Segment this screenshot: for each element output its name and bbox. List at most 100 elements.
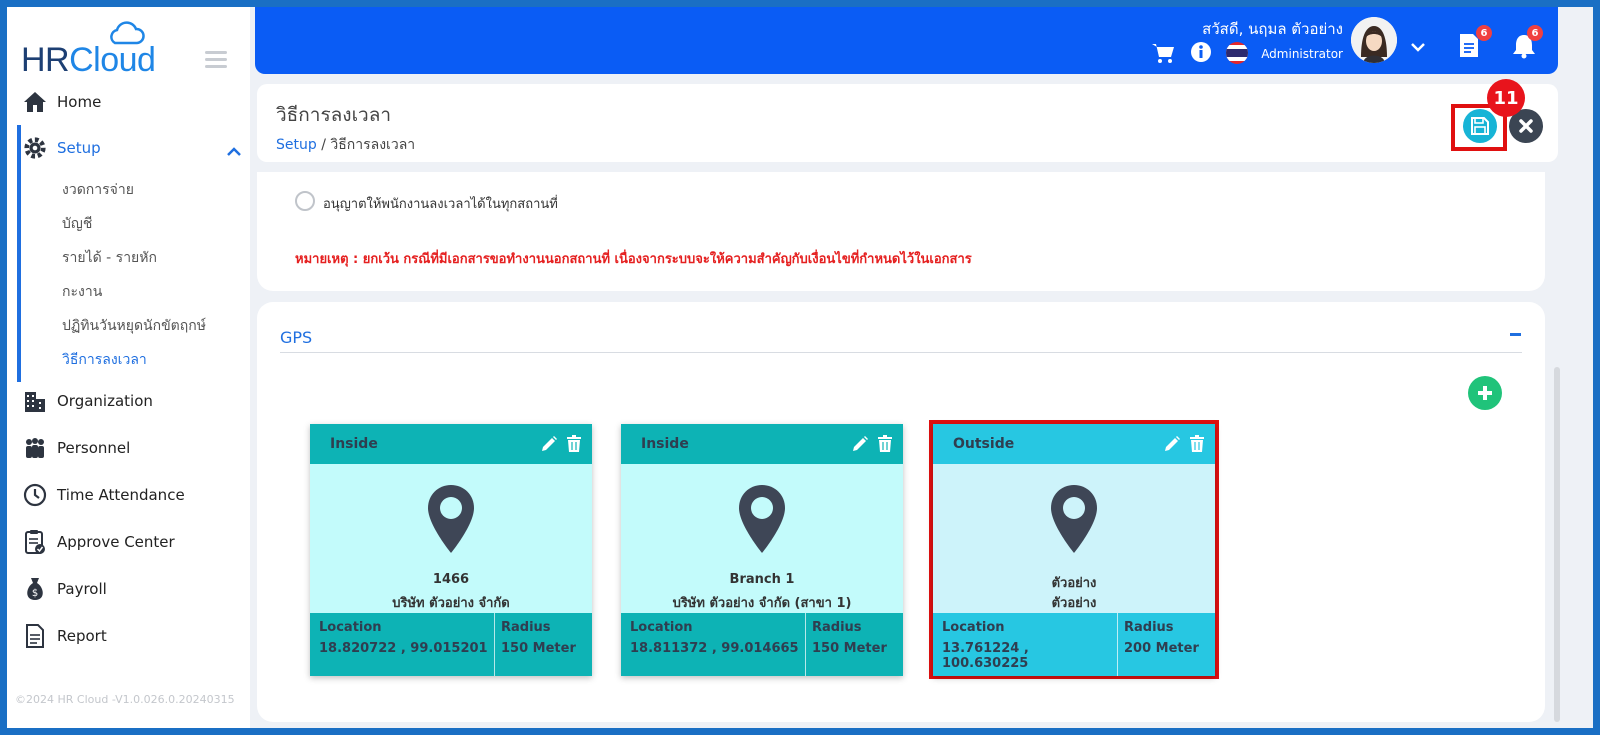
gear-icon	[23, 136, 47, 160]
clipboard-icon	[23, 530, 47, 554]
scrollbar[interactable]	[1554, 367, 1560, 722]
home-icon	[23, 90, 47, 114]
sidebar-label-time-attendance: Time Attendance	[57, 486, 185, 504]
location-type: Inside	[330, 436, 378, 452]
gps-section: GPS Inside 1466 บริษัท ตัวอย่าง จำกัด Lo…	[257, 302, 1545, 722]
people-icon	[23, 436, 47, 460]
logo[interactable]: HRCloud	[21, 21, 171, 79]
building-icon	[23, 389, 47, 413]
location-type: Inside	[641, 436, 689, 452]
section-divider	[280, 352, 1522, 353]
location-card-header: Inside	[310, 424, 592, 464]
sidebar-item-time-attendance[interactable]: Time Attendance	[23, 477, 250, 513]
sidebar-item-approve-center[interactable]: Approve Center	[23, 524, 250, 560]
sidebar-item-setup[interactable]: Setup	[23, 130, 250, 166]
location-coordinates: 13.761224 , 100.630225	[942, 641, 1029, 671]
close-icon	[1519, 119, 1533, 133]
floppy-disk-icon	[1471, 117, 1489, 135]
sidebar: HRCloud Home Setup งวดการจ่าย บัญชี รายไ…	[7, 7, 250, 728]
location-company: ตัวอย่าง	[1051, 596, 1097, 611]
chevron-up-icon[interactable]	[227, 147, 241, 157]
location-name: ตัวอย่าง	[1051, 576, 1097, 591]
sidebar-item-payroll[interactable]: $ Payroll	[23, 571, 250, 607]
radius-label: Radius	[501, 620, 551, 635]
cart-icon[interactable]	[1151, 42, 1175, 64]
pencil-icon[interactable]	[540, 435, 558, 453]
options-card: อนุญาตให้พนักงานลงเวลาได้ในทุกสถานที่ หม…	[257, 172, 1545, 291]
notification-badge: 6	[1527, 25, 1543, 41]
location-card-header: Outside	[933, 424, 1215, 464]
collapse-icon[interactable]	[1510, 333, 1521, 336]
radius-label: Radius	[1124, 620, 1174, 635]
map-pin-icon	[1051, 485, 1097, 553]
page-title: วิธีการลงเวลา	[276, 104, 392, 126]
breadcrumb-setup-link[interactable]: Setup	[276, 137, 317, 153]
chevron-down-icon[interactable]	[1410, 41, 1426, 53]
location-card-body: Branch 1 บริษัท ตัวอย่าง จำกัด (สาขา 1)	[621, 464, 903, 613]
location-radius: 200 Meter	[1124, 641, 1199, 656]
logo-hr-text: HR	[21, 41, 70, 79]
info-icon[interactable]	[1190, 41, 1212, 63]
setup-sub-time-method[interactable]: วิธีการลงเวลา	[62, 349, 147, 371]
location-card[interactable]: Inside Branch 1 บริษัท ตัวอย่าง จำกัด (ส…	[621, 424, 903, 676]
location-radius: 150 Meter	[812, 641, 887, 656]
map-pin-icon	[428, 485, 474, 553]
setup-sub-account[interactable]: บัญชี	[62, 213, 92, 235]
title-card: วิธีการลงเวลา Setup / วิธีการลงเวลา	[257, 84, 1558, 162]
location-card-header: Inside	[621, 424, 903, 464]
sidebar-label-home: Home	[57, 93, 102, 111]
step-number-badge: 11	[1487, 79, 1525, 117]
location-type: Outside	[953, 436, 1015, 452]
sidebar-label-personnel: Personnel	[57, 439, 131, 457]
breadcrumb: Setup / วิธีการลงเวลา	[276, 134, 415, 156]
avatar[interactable]	[1351, 17, 1397, 63]
location-card-body: 1466 บริษัท ตัวอย่าง จำกัด	[310, 464, 592, 613]
trash-icon[interactable]	[877, 435, 893, 453]
trash-icon[interactable]	[1189, 435, 1205, 453]
radius-label: Radius	[812, 620, 862, 635]
document-icon	[23, 624, 47, 648]
sidebar-label-setup: Setup	[57, 139, 101, 157]
save-button[interactable]	[1463, 109, 1497, 143]
location-name: Branch 1	[729, 572, 795, 587]
document-badge: 6	[1476, 25, 1492, 41]
setup-sub-pay-period[interactable]: งวดการจ่าย	[62, 179, 134, 201]
money-bag-icon: $	[23, 577, 47, 601]
location-card[interactable]: Outside ตัวอย่าง ตัวอย่าง Location 13.761…	[933, 424, 1215, 676]
location-coordinates: 18.811372 , 99.014665	[630, 641, 799, 656]
clock-icon	[23, 483, 47, 507]
menu-toggle-icon[interactable]	[205, 51, 227, 69]
location-card[interactable]: Inside 1466 บริษัท ตัวอย่าง จำกัด Locati…	[310, 424, 592, 676]
add-location-button[interactable]	[1468, 376, 1502, 410]
user-role: Administrator	[1261, 47, 1343, 61]
sidebar-label-report: Report	[57, 627, 107, 645]
setup-sub-shift[interactable]: กะงาน	[62, 281, 102, 303]
pencil-icon[interactable]	[851, 435, 869, 453]
trash-icon[interactable]	[566, 435, 582, 453]
map-pin-icon	[739, 485, 785, 553]
location-company: บริษัท ตัวอย่าง จำกัด (สาขา 1)	[672, 596, 852, 611]
location-company: บริษัท ตัวอย่าง จำกัด	[392, 596, 510, 611]
version-footer: ©2024 HR Cloud -V1.0.026.0.20240315	[15, 693, 235, 706]
sidebar-item-organization[interactable]: Organization	[23, 383, 250, 419]
breadcrumb-separator: /	[321, 137, 326, 153]
sidebar-label-organization: Organization	[57, 392, 153, 410]
setup-sub-income-deduction[interactable]: รายได้ - รายหัก	[62, 247, 157, 269]
sidebar-item-report[interactable]: Report	[23, 618, 250, 654]
plus-icon	[1478, 386, 1492, 400]
location-label: Location	[942, 620, 1005, 635]
pencil-icon[interactable]	[1163, 435, 1181, 453]
location-card-body: ตัวอย่าง ตัวอย่าง	[933, 464, 1215, 613]
allow-anywhere-radio[interactable]	[295, 191, 315, 211]
location-coordinates: 18.820722 , 99.015201	[319, 641, 488, 656]
top-header: สวัสดี, นฤมล ตัวอย่าง Administrator 6 6	[255, 7, 1558, 74]
remark-note: หมายเหตุ : ยกเว้น กรณีที่มีเอกสารขอทำงาน…	[295, 252, 972, 267]
sidebar-item-home[interactable]: Home	[23, 84, 250, 120]
setup-sub-holiday-calendar[interactable]: ปฏิทินวันหยุดนักขัตฤกษ์	[62, 315, 206, 337]
logo-cloud-text: Cloud	[69, 41, 156, 79]
allow-anywhere-label[interactable]: อนุญาตให้พนักงานลงเวลาได้ในทุกสถานที่	[323, 193, 558, 214]
thai-flag-icon[interactable]	[1225, 41, 1249, 65]
sidebar-item-personnel[interactable]: Personnel	[23, 430, 250, 466]
svg-text:$: $	[32, 588, 38, 599]
app-frame: HRCloud Home Setup งวดการจ่าย บัญชี รายไ…	[7, 7, 1593, 728]
